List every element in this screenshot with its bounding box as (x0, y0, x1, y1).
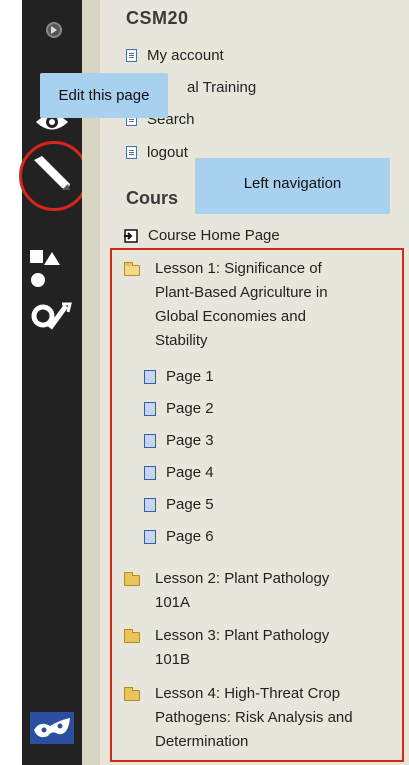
document-icon (126, 49, 137, 62)
mask-icon[interactable] (30, 712, 74, 744)
page-link-4[interactable]: Page 4 (144, 464, 214, 481)
left-navigation-callout-text: Left navigation (243, 175, 342, 192)
nav-link-label: al Training (187, 79, 257, 96)
edit-highlight-circle (19, 141, 89, 211)
page-icon (144, 369, 156, 384)
lesson-title-line: Pathogens: Risk Analysis and (155, 709, 353, 726)
gear-wrench-icon[interactable] (30, 300, 74, 336)
course-section-title: Cours (126, 188, 179, 208)
lesson-title-line: Global Economies and (155, 308, 306, 325)
page-icon (144, 401, 156, 416)
arrow-circle-icon[interactable] (44, 20, 64, 40)
lesson-title-line: Lesson 4: High-Threat Crop (155, 685, 341, 702)
lesson-title-line: Plant-Based Agriculture in (155, 284, 328, 301)
page-link-2[interactable]: Page 2 (144, 400, 214, 417)
folder-icon (124, 629, 140, 643)
folder-icon (124, 687, 140, 701)
page-label: Page 6 (166, 528, 214, 545)
nav-link-label: My account (147, 47, 224, 64)
lesson-title-line: 101A (155, 594, 191, 611)
edit-page-callout-text: Edit this page (58, 87, 150, 104)
lesson-title-line: Lesson 3: Plant Pathology (155, 627, 330, 644)
page-label: Page 4 (166, 464, 214, 481)
page-label: Page 3 (166, 432, 214, 449)
site-title: CSM20 (126, 8, 189, 28)
page-icon (144, 497, 156, 512)
folder-open-icon (124, 262, 140, 276)
page-label: Page 1 (166, 368, 214, 385)
course-home-link[interactable]: Course Home Page (124, 227, 280, 244)
home-page-icon (124, 228, 138, 243)
nav-link-my-account[interactable]: My account (126, 47, 224, 64)
folder-icon (124, 572, 140, 586)
lesson-title-line: Lesson 2: Plant Pathology (155, 570, 330, 587)
left-navigation-callout: Left navigation (195, 158, 390, 214)
lesson-title-line: 101B (155, 651, 191, 668)
nav-link-logout[interactable]: logout (126, 144, 188, 161)
page-link-1[interactable]: Page 1 (144, 368, 214, 385)
lesson-title-line: Lesson 1: Significance of (155, 260, 322, 277)
page-icon (144, 529, 156, 544)
page-link-5[interactable]: Page 5 (144, 496, 214, 513)
nav-link-label: logout (147, 144, 188, 161)
page-label: Page 2 (166, 400, 214, 417)
course-home-label: Course Home Page (148, 227, 280, 244)
shapes-icon[interactable] (30, 250, 70, 290)
page-link-3[interactable]: Page 3 (144, 432, 214, 449)
lesson-title-line: Stability (155, 332, 208, 349)
page-icon (144, 465, 156, 480)
page-link-6[interactable]: Page 6 (144, 528, 214, 545)
page-label: Page 5 (166, 496, 214, 513)
edit-page-callout: Edit this page (40, 73, 168, 118)
page-icon (144, 433, 156, 448)
lesson-title-line: Determination (155, 733, 249, 750)
document-icon (126, 146, 137, 159)
